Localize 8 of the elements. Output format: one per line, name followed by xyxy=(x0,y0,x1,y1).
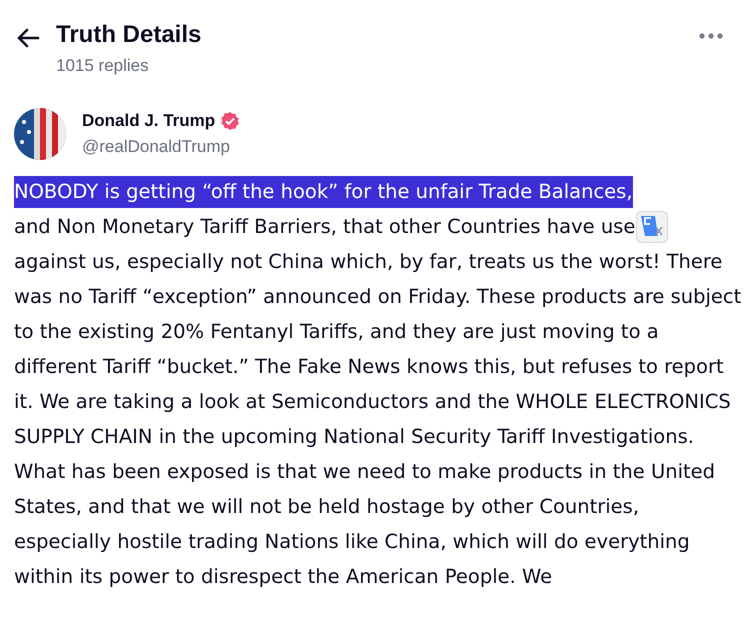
translate-button[interactable] xyxy=(636,210,668,242)
reply-count: 1015 replies xyxy=(56,56,150,76)
selected-text: NOBODY is getting “off the hook” for the unfair Trade Balances, xyxy=(14,176,633,208)
page-title: Truth Details xyxy=(56,20,202,50)
author-handle[interactable]: @realDonaldTrump xyxy=(82,137,240,157)
post-text: against us, especially not China which, by far, treats us the worst! There was no Tariff “exception” announced on Friday. These products are subject to the existing 20% Fentanyl Tariffs, and they are just moving to a different Tariff “bucket.” The Fake News knows this, but refuses to report it. We are taking a look at Semiconductors and the WHOLE ELECTRONICS SUPPLY CHAIN in the upcoming National Security Tariff Investigations. What has been exposed is that we need to make products in the United States, and that we will not be held hostage by other Countries, especially hostile trading Nations like China, which will do everything within its power to disrespect the American People. We xyxy=(14,249,742,590)
author-name[interactable]: Donald J. Trump xyxy=(82,111,216,131)
post-text-line: and Non Monetary Tariff Barriers, that other Countries have use xyxy=(14,214,636,240)
